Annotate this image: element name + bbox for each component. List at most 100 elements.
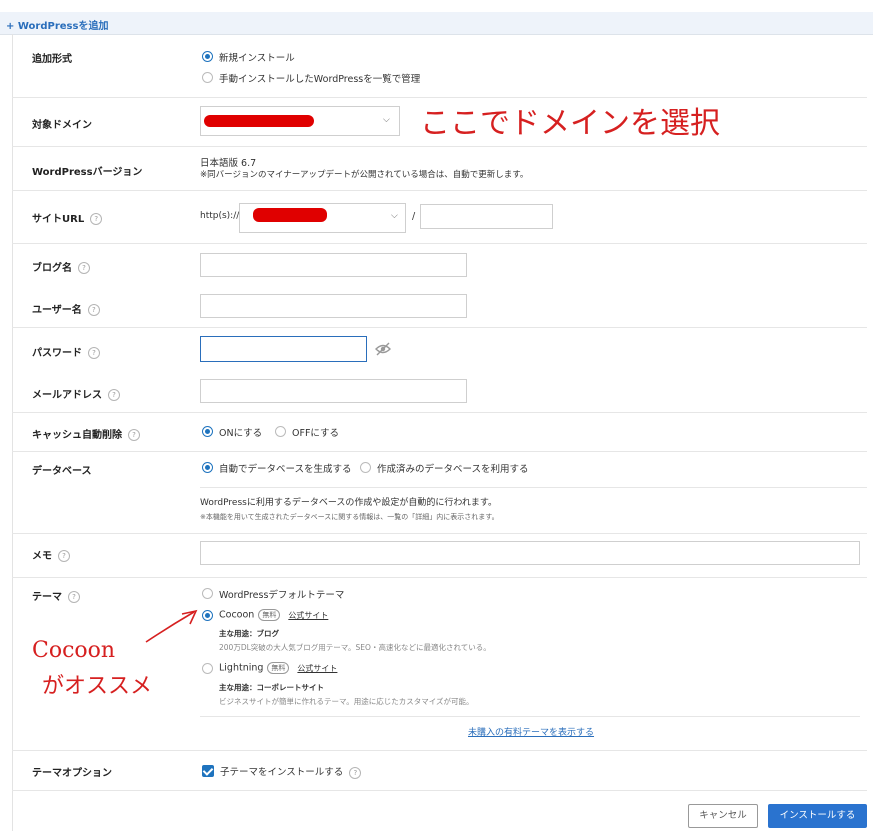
lightning-official-link[interactable]: 公式サイト (297, 664, 337, 673)
database-label: データベース (32, 466, 92, 477)
free-badge: 無料 (258, 609, 281, 621)
divider (12, 190, 867, 191)
help-icon[interactable]: ? (108, 389, 120, 401)
password-label-text: パスワード (32, 348, 82, 359)
annotation-cocoon-1: Cocoon (32, 638, 116, 663)
cache-off-radio[interactable] (275, 426, 286, 437)
cache-off-label[interactable]: OFFにする (292, 425, 339, 439)
theme-lightning-row: Lightning 無料 公式サイト (219, 662, 337, 674)
cache-label-text: キャッシュ自動削除 (32, 430, 122, 441)
free-badge: 無料 (267, 662, 290, 674)
divider (12, 451, 867, 452)
theme-lightning-radio[interactable] (202, 663, 213, 674)
cancel-button[interactable]: キャンセル (688, 804, 758, 828)
divider (12, 750, 867, 751)
child-theme-row: 子テーマをインストールする? (220, 764, 362, 779)
theme-default-radio[interactable] (202, 588, 213, 599)
help-icon[interactable]: ? (88, 347, 100, 359)
annotation-cocoon-2: がオススメ (42, 674, 153, 699)
version-label: WordPressバージョン (32, 167, 143, 178)
manual-install-label[interactable]: 手動インストールしたWordPressを一覧で管理 (219, 71, 420, 85)
install-button[interactable]: インストールする (768, 804, 867, 828)
version-note: ※同バージョンのマイナーアップデートが公開されている場合は、自動で更新します。 (200, 170, 529, 180)
divider (12, 327, 867, 328)
new-install-label[interactable]: 新規インストール (219, 50, 295, 64)
add-wordpress-header: + WordPressを追加 (0, 12, 873, 35)
theme-label-text: テーマ (32, 592, 62, 603)
cache-on-label[interactable]: ONにする (219, 425, 262, 439)
manual-install-radio[interactable] (202, 72, 213, 83)
divider (12, 412, 867, 413)
chevron-down-icon: ⌵ (383, 115, 390, 125)
child-theme-label[interactable]: 子テーマをインストールする (220, 767, 343, 778)
divider (12, 533, 867, 534)
annotation-arrow-icon (145, 609, 198, 643)
eye-off-icon[interactable] (375, 342, 391, 359)
theme-label: テーマ? (32, 588, 80, 603)
help-icon[interactable]: ? (58, 550, 70, 562)
form-panel (12, 34, 873, 831)
db-note: ※本機能を用いて生成されたデータベースに関する情報は、一覧の「詳細」内に表示され… (200, 513, 499, 521)
db-existing-radio[interactable] (360, 462, 371, 473)
password-label: パスワード? (32, 344, 100, 359)
divider (12, 577, 867, 578)
theme-cocoon-radio[interactable] (202, 610, 213, 621)
version-value: 日本語版 6.7 (200, 158, 257, 169)
site-url-label: サイトURL? (32, 210, 103, 225)
db-description: WordPressに利用するデータベースの作成や設定が自動的に行われます。 (200, 498, 498, 508)
lightning-use: 主な用途：コーポレートサイト (219, 683, 324, 692)
cocoon-use: 主な用途：ブログ (219, 629, 279, 638)
cache-label: キャッシュ自動削除? (32, 426, 140, 441)
divider (12, 243, 867, 244)
show-paid-themes-link[interactable]: 未購入の有料テーマを表示する (468, 725, 594, 738)
cocoon-official-link[interactable]: 公式サイト (288, 611, 328, 620)
db-existing-label[interactable]: 作成済みのデータベースを利用する (377, 461, 529, 475)
site-url-label-text: サイトURL (32, 214, 85, 225)
db-auto-radio[interactable] (202, 462, 213, 473)
child-theme-checkbox[interactable] (202, 765, 214, 777)
email-label: メールアドレス? (32, 386, 120, 401)
theme-lightning-name[interactable]: Lightning (219, 663, 263, 674)
url-slash: / (412, 211, 416, 222)
theme-cocoon-row: Cocoon 無料 公式サイト (219, 609, 328, 621)
lightning-desc: ビジネスサイトが簡単に作れるテーマ。用途に応じたカスタマイズが可能。 (219, 697, 474, 706)
theme-cocoon-name[interactable]: Cocoon (219, 610, 254, 621)
url-path-input[interactable] (420, 204, 553, 229)
chevron-down-icon: ⌵ (391, 211, 398, 221)
password-input[interactable] (200, 336, 367, 362)
new-install-radio[interactable] (202, 51, 213, 62)
divider (12, 790, 867, 791)
divider (12, 146, 867, 147)
help-icon[interactable]: ? (87, 304, 100, 316)
email-label-text: メールアドレス (32, 390, 102, 401)
divider (200, 716, 860, 717)
blog-name-label: ブログ名? (32, 259, 90, 274)
url-prefix: http(s):// (200, 211, 240, 221)
cache-on-radio[interactable] (202, 426, 213, 437)
annotation-domain: ここでドメインを選択 (420, 106, 720, 141)
help-icon[interactable]: ? (349, 766, 362, 779)
help-icon[interactable]: ? (128, 429, 140, 441)
theme-default-label[interactable]: WordPressデフォルトテーマ (219, 587, 344, 601)
memo-label-text: メモ (32, 551, 52, 562)
blog-name-label-text: ブログ名 (32, 263, 72, 274)
user-name-label-text: ユーザー名 (32, 305, 82, 316)
db-auto-label[interactable]: 自動でデータベースを生成する (219, 461, 352, 475)
domain-label: 対象ドメイン (32, 120, 92, 131)
divider (200, 487, 867, 488)
cocoon-desc: 200万DL突破の大人気ブログ用テーマ。SEO・高速化などに最適化されている。 (219, 643, 491, 652)
help-icon[interactable]: ? (90, 213, 103, 225)
user-name-input[interactable] (200, 294, 467, 318)
redaction-mark (204, 115, 314, 127)
blog-name-input[interactable] (200, 253, 467, 277)
email-input[interactable] (200, 379, 467, 403)
redaction-mark (253, 208, 327, 222)
user-name-label: ユーザー名? (32, 301, 100, 316)
memo-input[interactable] (200, 541, 860, 565)
theme-option-label: テーマオプション (32, 768, 112, 779)
add-type-label: 追加形式 (32, 54, 72, 65)
memo-label: メモ? (32, 547, 70, 562)
header-title: + WordPressを追加 (6, 21, 109, 32)
help-icon[interactable]: ? (68, 591, 80, 603)
help-icon[interactable]: ? (78, 262, 90, 274)
